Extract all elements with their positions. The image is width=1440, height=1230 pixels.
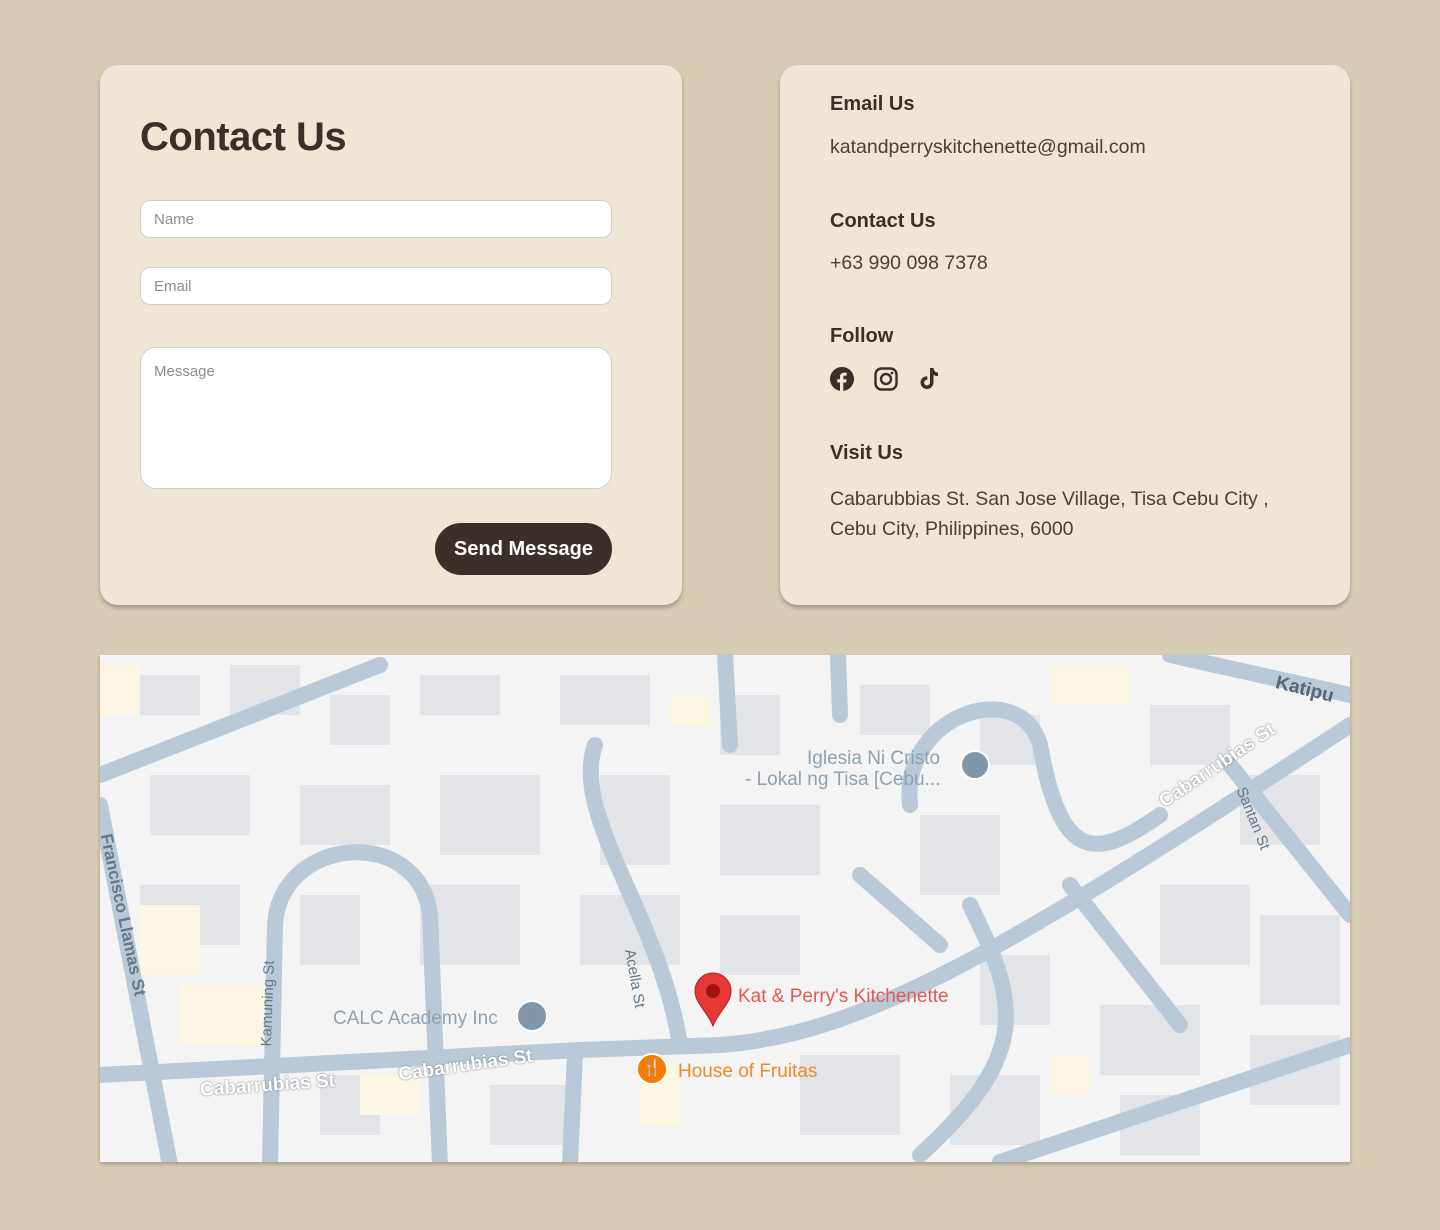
form-title: Contact Us <box>140 115 347 159</box>
email-input[interactable] <box>140 267 612 305</box>
send-message-button[interactable]: Send Message <box>435 523 612 575</box>
contact-heading: Contact Us <box>830 210 936 232</box>
email-heading: Email Us <box>830 93 915 115</box>
address-line-2: Cebu City, Philippines, 6000 <box>830 518 1074 540</box>
poi-house-of-fruitas[interactable]: House of Fruitas <box>678 1061 817 1083</box>
instagram-icon[interactable] <box>874 367 898 391</box>
street-label-kamuning: Kamuning St <box>257 960 278 1047</box>
phone-number[interactable]: +63 990 098 7378 <box>830 248 988 278</box>
visit-heading: Visit Us <box>830 442 903 464</box>
facebook-icon[interactable] <box>830 367 854 391</box>
tiktok-icon[interactable] <box>918 367 942 391</box>
map-pin-label[interactable]: Kat & Perry's Kitchenette <box>738 986 949 1008</box>
message-textarea[interactable] <box>140 347 612 489</box>
restaurant-icon[interactable]: 🍴 <box>636 1053 668 1085</box>
name-input[interactable] <box>140 200 612 238</box>
contact-form-card: Contact Us Send Message <box>100 65 682 605</box>
embedded-map[interactable]: Katipu Cabarrubias St Santan St Iglesia … <box>100 655 1350 1162</box>
church-icon[interactable] <box>960 750 990 780</box>
school-icon[interactable] <box>516 1000 548 1032</box>
location-pin-icon[interactable] <box>693 971 733 1027</box>
email-link[interactable]: katandperryskitchenette@gmail.com <box>830 132 1146 162</box>
poi-iglesia-line-1[interactable]: Iglesia Ni Cristo <box>807 748 940 770</box>
follow-heading: Follow <box>830 325 894 347</box>
contact-info-card: Email Us katandperryskitchenette@gmail.c… <box>780 65 1350 605</box>
address-line-1: Cabarubbias St. San Jose Village, Tisa C… <box>830 488 1269 510</box>
poi-iglesia-line-2[interactable]: - Lokal ng Tisa [Cebu... <box>745 769 940 791</box>
poi-calc-academy[interactable]: CALC Academy Inc <box>333 1008 498 1030</box>
